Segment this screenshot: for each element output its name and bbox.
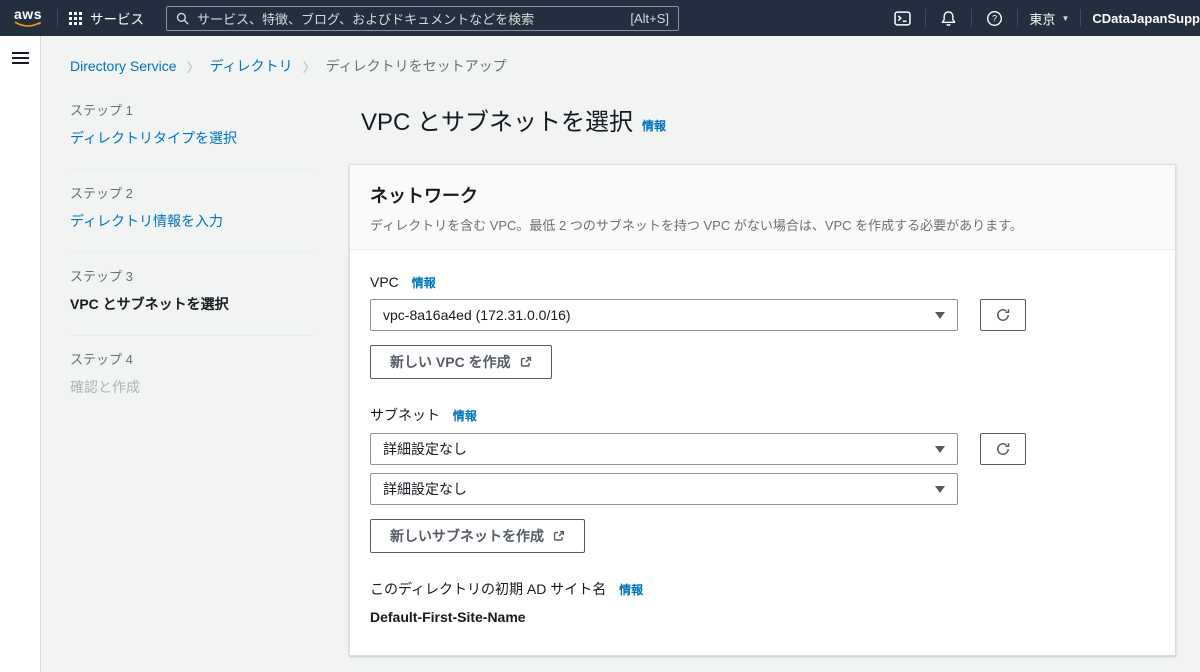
account-menu[interactable]: CDataJapanSupp (1092, 11, 1200, 26)
services-label: サービス (90, 12, 144, 27)
step-2-number: ステップ 2 (70, 186, 133, 201)
network-card-header: ネットワーク ディレクトリを含む VPC。最低 2 つのサブネットを持つ VPC… (350, 165, 1175, 250)
subnet-select-2[interactable]: 詳細設定なし (370, 473, 958, 505)
wizard-step-3-current: ステップ 3 VPC とサブネットを選択 (70, 253, 313, 336)
wizard-step-1: ステップ 1 ディレクトリタイプを選択 (70, 100, 313, 170)
refresh-icon (997, 309, 1010, 321)
create-subnet-button[interactable]: 新しいサブネットを作成 (370, 519, 585, 553)
wizard-step-4: ステップ 4 確認と作成 (70, 336, 313, 418)
nav-divider (1080, 9, 1082, 27)
vpc-refresh-button[interactable] (980, 299, 1026, 331)
step-3-number: ステップ 3 (70, 269, 133, 284)
search-icon (176, 12, 189, 25)
caret-down-icon (935, 445, 945, 453)
vpc-selected-value: vpc-8a16a4ed (172.31.0.0/16) (383, 307, 571, 323)
create-vpc-button[interactable]: 新しい VPC を作成 (370, 345, 552, 379)
step-1-link[interactable]: ディレクトリタイプを選択 (70, 128, 313, 148)
cloudshell-terminal-icon (894, 10, 912, 26)
wizard-step-2: ステップ 2 ディレクトリ情報を入力 (70, 170, 313, 253)
subnet-2-selected-value: 詳細設定なし (383, 481, 467, 497)
nav-divider (925, 9, 927, 27)
subnet-1-selected-value: 詳細設定なし (383, 441, 467, 457)
help-button[interactable]: ? (983, 10, 1006, 27)
question-circle-icon: ? (987, 10, 1003, 26)
search-shortcut-hint: [Alt+S] (630, 10, 669, 26)
content-area: Directory Service 〉 ディレクトリ 〉 ディレクトリをセットア… (41, 36, 1200, 672)
breadcrumb-current-page: ディレクトリをセットアップ (325, 58, 507, 74)
breadcrumb-directories[interactable]: ディレクトリ (210, 56, 293, 76)
nav-divider (57, 9, 58, 27)
breadcrumb-separator-icon: 〉 (302, 59, 316, 75)
ad-site-field-label: このディレクトリの初期 AD サイト名 情報 (370, 579, 1155, 599)
search-placeholder: サービス、特徴、ブログ、およびドキュメントなどを検索 (197, 11, 535, 27)
vpc-label-text: VPC (370, 274, 399, 290)
aws-smile-icon (14, 21, 42, 27)
step-4-label: 確認と作成 (70, 379, 140, 395)
step-3-label: VPC とサブネットを選択 (70, 296, 229, 312)
subnet-info-link[interactable]: 情報 (453, 409, 477, 423)
refresh-icon (997, 443, 1010, 455)
bell-icon (942, 10, 956, 26)
region-label: 東京 (1029, 11, 1056, 27)
nav-divider (971, 9, 973, 27)
hamburger-menu-button[interactable] (11, 49, 29, 67)
external-link-icon (553, 530, 565, 541)
aws-logo[interactable]: aws (14, 6, 42, 28)
create-vpc-button-label: 新しい VPC を作成 (390, 354, 511, 370)
subnet-refresh-button[interactable] (980, 433, 1026, 465)
network-card-description: ディレクトリを含む VPC。最低 2 つのサブネットを持つ VPC がない場合は… (370, 218, 1023, 233)
aws-logo-text: aws (14, 6, 42, 22)
breadcrumb-directory-service[interactable]: Directory Service (70, 58, 177, 74)
page-title: VPC とサブネットを選択 (361, 109, 634, 136)
side-rail (0, 36, 41, 672)
svg-text:?: ? (992, 13, 997, 23)
breadcrumb-separator-icon: 〉 (186, 59, 200, 75)
notifications-button[interactable] (937, 10, 960, 27)
services-grid-icon (69, 11, 82, 25)
step-2-link[interactable]: ディレクトリ情報を入力 (70, 211, 313, 231)
search-input[interactable]: サービス、特徴、ブログ、およびドキュメントなどを検索 [Alt+S] (166, 5, 679, 31)
account-name: CDataJapanSupp (1092, 10, 1200, 26)
ad-site-label-text: このディレクトリの初期 AD サイト名 (370, 581, 607, 597)
nav-right-group: ? 東京 ▼ CDataJapanSupp (891, 9, 1200, 28)
breadcrumb: Directory Service 〉 ディレクトリ 〉 ディレクトリをセットア… (70, 56, 1176, 76)
page-body: Directory Service 〉 ディレクトリ 〉 ディレクトリをセットア… (0, 36, 1200, 672)
wizard-steps-nav: ステップ 1 ディレクトリタイプを選択 ステップ 2 ディレクトリ情報を入力 ス… (70, 100, 313, 672)
caret-down-icon: ▼ (1061, 13, 1070, 23)
vpc-field-label: VPC 情報 (370, 274, 1155, 291)
vpc-select[interactable]: vpc-8a16a4ed (172.31.0.0/16) (370, 299, 958, 331)
main-panel: VPC とサブネットを選択 情報 ネットワーク ディレクトリを含む VPC。最低… (349, 100, 1176, 672)
network-card: ネットワーク ディレクトリを含む VPC。最低 2 つのサブネットを持つ VPC… (349, 164, 1176, 656)
caret-down-icon (935, 485, 945, 493)
ad-site-name-value: Default-First-Site-Name (370, 609, 526, 625)
services-menu-button[interactable]: サービス (69, 8, 144, 28)
external-link-icon (520, 356, 531, 367)
network-card-body: VPC 情報 vpc-8a16a4ed (172.31.0.0/16) 新しい … (350, 250, 1175, 655)
nav-divider (1017, 9, 1019, 27)
ad-site-info-link[interactable]: 情報 (619, 583, 643, 597)
subnet-select-1[interactable]: 詳細設定なし (370, 433, 958, 465)
page-title-info-link[interactable]: 情報 (642, 117, 666, 134)
create-subnet-button-label: 新しいサブネットを作成 (390, 528, 544, 544)
top-navigation-bar: aws サービス サービス、特徴、ブログ、およびドキュメントなどを検索 [Alt… (0, 0, 1200, 36)
network-card-title: ネットワーク (370, 186, 478, 206)
step-4-number: ステップ 4 (70, 352, 133, 367)
step-1-number: ステップ 1 (70, 103, 133, 118)
subnet-field-label: サブネット 情報 (370, 405, 1155, 425)
region-selector[interactable]: 東京 ▼ (1029, 9, 1069, 28)
cloudshell-button[interactable] (891, 10, 914, 27)
vpc-info-link[interactable]: 情報 (412, 276, 436, 290)
subnet-label-text: サブネット (370, 407, 440, 423)
caret-down-icon (935, 311, 945, 319)
